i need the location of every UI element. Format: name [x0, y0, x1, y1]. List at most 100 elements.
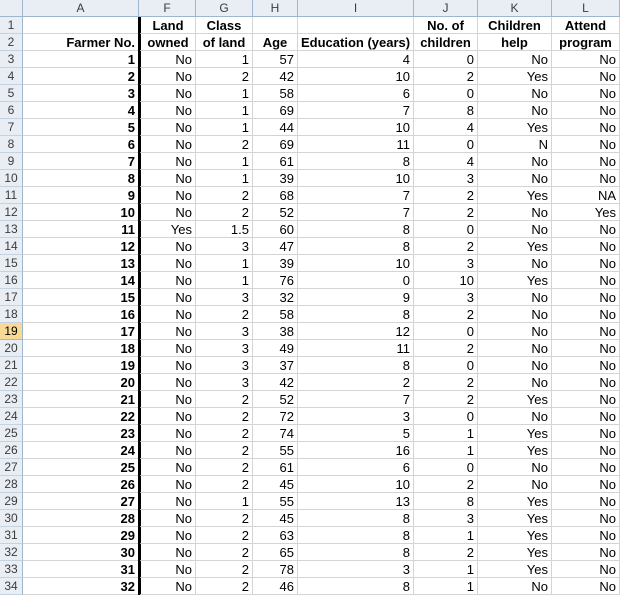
cell-i29[interactable]: 13	[298, 493, 414, 510]
cell-j32[interactable]: 2	[414, 544, 478, 561]
cell-h5[interactable]: 58	[253, 85, 298, 102]
cell-a8[interactable]: 6	[23, 136, 139, 153]
cell-j18[interactable]: 2	[414, 306, 478, 323]
header-cell-l1[interactable]: Attend	[552, 17, 620, 34]
cell-f34[interactable]: No	[139, 578, 196, 595]
cell-f12[interactable]: No	[139, 204, 196, 221]
cell-a5[interactable]: 3	[23, 85, 139, 102]
cell-g26[interactable]: 2	[196, 442, 253, 459]
row-header-29[interactable]: 29	[0, 493, 23, 510]
cell-a32[interactable]: 30	[23, 544, 139, 561]
cell-g17[interactable]: 3	[196, 289, 253, 306]
cell-a11[interactable]: 9	[23, 187, 139, 204]
header-cell-a1[interactable]	[23, 17, 139, 34]
cell-i11[interactable]: 7	[298, 187, 414, 204]
cell-j3[interactable]: 0	[414, 51, 478, 68]
cell-k18[interactable]: No	[478, 306, 552, 323]
cell-i31[interactable]: 8	[298, 527, 414, 544]
cell-f27[interactable]: No	[139, 459, 196, 476]
cell-i15[interactable]: 10	[298, 255, 414, 272]
cell-h34[interactable]: 46	[253, 578, 298, 595]
cell-h30[interactable]: 45	[253, 510, 298, 527]
cell-l17[interactable]: No	[552, 289, 620, 306]
cell-h4[interactable]: 42	[253, 68, 298, 85]
cell-k26[interactable]: Yes	[478, 442, 552, 459]
cell-h25[interactable]: 74	[253, 425, 298, 442]
cell-k12[interactable]: No	[478, 204, 552, 221]
cell-a13[interactable]: 11	[23, 221, 139, 238]
cell-h9[interactable]: 61	[253, 153, 298, 170]
cell-g5[interactable]: 1	[196, 85, 253, 102]
header-cell-h2[interactable]: Age	[253, 34, 298, 51]
cell-i24[interactable]: 3	[298, 408, 414, 425]
row-header-21[interactable]: 21	[0, 357, 23, 374]
cell-g16[interactable]: 1	[196, 272, 253, 289]
cell-a33[interactable]: 31	[23, 561, 139, 578]
cell-f31[interactable]: No	[139, 527, 196, 544]
cell-l21[interactable]: No	[552, 357, 620, 374]
cell-h16[interactable]: 76	[253, 272, 298, 289]
cell-k7[interactable]: Yes	[478, 119, 552, 136]
cell-f20[interactable]: No	[139, 340, 196, 357]
cell-i17[interactable]: 9	[298, 289, 414, 306]
cell-l30[interactable]: No	[552, 510, 620, 527]
cell-g3[interactable]: 1	[196, 51, 253, 68]
cell-i16[interactable]: 0	[298, 272, 414, 289]
cell-g11[interactable]: 2	[196, 187, 253, 204]
cell-l27[interactable]: No	[552, 459, 620, 476]
cell-l28[interactable]: No	[552, 476, 620, 493]
cell-j20[interactable]: 2	[414, 340, 478, 357]
cell-g22[interactable]: 3	[196, 374, 253, 391]
cell-g20[interactable]: 3	[196, 340, 253, 357]
cell-g24[interactable]: 2	[196, 408, 253, 425]
cell-k13[interactable]: No	[478, 221, 552, 238]
cell-j5[interactable]: 0	[414, 85, 478, 102]
cell-h29[interactable]: 55	[253, 493, 298, 510]
cell-l34[interactable]: No	[552, 578, 620, 595]
cell-g10[interactable]: 1	[196, 170, 253, 187]
cell-l24[interactable]: No	[552, 408, 620, 425]
column-header-h[interactable]: H	[253, 0, 298, 17]
cell-f13[interactable]: Yes	[139, 221, 196, 238]
cell-a17[interactable]: 15	[23, 289, 139, 306]
cell-i4[interactable]: 10	[298, 68, 414, 85]
cell-a25[interactable]: 23	[23, 425, 139, 442]
cell-j29[interactable]: 8	[414, 493, 478, 510]
cell-l31[interactable]: No	[552, 527, 620, 544]
cell-l15[interactable]: No	[552, 255, 620, 272]
cell-l8[interactable]: No	[552, 136, 620, 153]
header-cell-k1[interactable]: Children	[478, 17, 552, 34]
cell-j27[interactable]: 0	[414, 459, 478, 476]
cell-l33[interactable]: No	[552, 561, 620, 578]
cell-j28[interactable]: 2	[414, 476, 478, 493]
header-cell-j1[interactable]: No. of	[414, 17, 478, 34]
row-header-14[interactable]: 14	[0, 238, 23, 255]
cell-i3[interactable]: 4	[298, 51, 414, 68]
cell-f8[interactable]: No	[139, 136, 196, 153]
cell-f6[interactable]: No	[139, 102, 196, 119]
row-header-7[interactable]: 7	[0, 119, 23, 136]
cell-g6[interactable]: 1	[196, 102, 253, 119]
header-cell-g1[interactable]: Class	[196, 17, 253, 34]
cell-h12[interactable]: 52	[253, 204, 298, 221]
cell-g29[interactable]: 1	[196, 493, 253, 510]
cell-f11[interactable]: No	[139, 187, 196, 204]
row-header-32[interactable]: 32	[0, 544, 23, 561]
cell-j14[interactable]: 2	[414, 238, 478, 255]
cell-f30[interactable]: No	[139, 510, 196, 527]
cell-l9[interactable]: No	[552, 153, 620, 170]
cell-k20[interactable]: No	[478, 340, 552, 357]
cell-j7[interactable]: 4	[414, 119, 478, 136]
cell-j6[interactable]: 8	[414, 102, 478, 119]
cell-k30[interactable]: Yes	[478, 510, 552, 527]
cell-a18[interactable]: 16	[23, 306, 139, 323]
cell-g15[interactable]: 1	[196, 255, 253, 272]
cell-k24[interactable]: No	[478, 408, 552, 425]
cell-g34[interactable]: 2	[196, 578, 253, 595]
cell-k11[interactable]: Yes	[478, 187, 552, 204]
cell-f22[interactable]: No	[139, 374, 196, 391]
cell-j22[interactable]: 2	[414, 374, 478, 391]
row-header-24[interactable]: 24	[0, 408, 23, 425]
cell-a20[interactable]: 18	[23, 340, 139, 357]
cell-k33[interactable]: Yes	[478, 561, 552, 578]
